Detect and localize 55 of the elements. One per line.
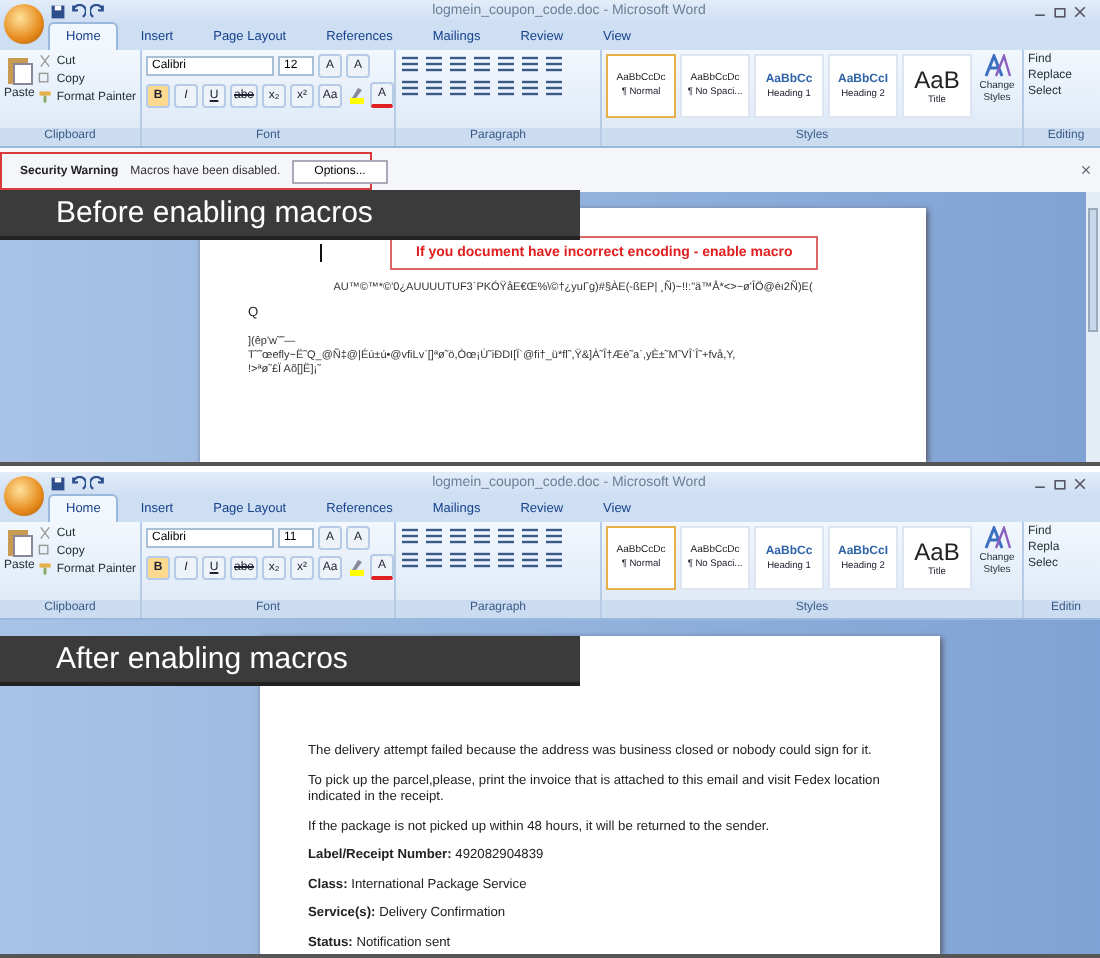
list-icon[interactable]	[400, 526, 420, 547]
redo-icon[interactable]	[90, 475, 106, 492]
list-icon[interactable]	[400, 54, 420, 74]
list-icon[interactable]	[496, 526, 516, 547]
scrollbar[interactable]	[1086, 192, 1100, 463]
caption-banner: After enabling macros	[0, 636, 580, 687]
list-icon[interactable]	[520, 54, 540, 74]
align-icon[interactable]	[400, 78, 420, 98]
list-icon[interactable]	[544, 54, 564, 74]
letters-icon	[983, 54, 1011, 78]
align-icon[interactable]	[472, 550, 492, 571]
scissors-icon	[38, 54, 53, 68]
align-icon[interactable]	[424, 550, 444, 571]
align-icon[interactable]	[496, 78, 516, 98]
save-icon[interactable]	[50, 475, 66, 492]
align-icon[interactable]	[424, 78, 444, 98]
list-icon[interactable]	[496, 54, 516, 74]
list-icon[interactable]	[520, 526, 540, 547]
align-icon[interactable]	[400, 550, 420, 571]
align-icon[interactable]	[496, 550, 516, 571]
align-icon[interactable]	[544, 78, 564, 98]
undo-icon[interactable]	[70, 3, 86, 19]
close-icon[interactable]	[1072, 3, 1088, 19]
list-icon[interactable]	[472, 526, 492, 547]
align-icon[interactable]	[520, 78, 540, 98]
scissors-icon	[38, 526, 53, 541]
list-icon[interactable]	[544, 526, 564, 547]
list-icon[interactable]	[472, 54, 492, 74]
highlighter-icon[interactable]	[346, 557, 367, 578]
close-icon[interactable]	[1080, 164, 1092, 176]
list-icon[interactable]	[424, 54, 444, 74]
align-icon[interactable]	[448, 78, 468, 98]
clipboard-icon	[5, 54, 34, 86]
list-icon[interactable]	[424, 526, 444, 547]
letters-icon	[983, 526, 1011, 551]
brush-icon	[38, 562, 53, 577]
align-icon[interactable]	[520, 550, 540, 571]
restore-icon[interactable]	[1052, 475, 1068, 492]
close-icon[interactable]	[1072, 475, 1088, 492]
clipboard-icon	[5, 526, 34, 559]
copy-icon	[38, 544, 53, 559]
copy-icon	[38, 72, 53, 86]
highlighter-icon[interactable]	[346, 85, 367, 105]
save-icon[interactable]	[50, 3, 66, 19]
list-icon[interactable]	[448, 526, 468, 547]
list-icon[interactable]	[448, 54, 468, 74]
restore-icon[interactable]	[1052, 3, 1068, 19]
align-icon[interactable]	[472, 78, 492, 98]
caption-banner: Before enabling macros	[0, 190, 580, 240]
redo-icon[interactable]	[90, 3, 106, 19]
align-icon[interactable]	[448, 550, 468, 571]
text-cursor-icon	[320, 244, 322, 262]
align-icon[interactable]	[544, 550, 564, 571]
brush-icon	[38, 90, 53, 104]
undo-icon[interactable]	[70, 475, 86, 492]
